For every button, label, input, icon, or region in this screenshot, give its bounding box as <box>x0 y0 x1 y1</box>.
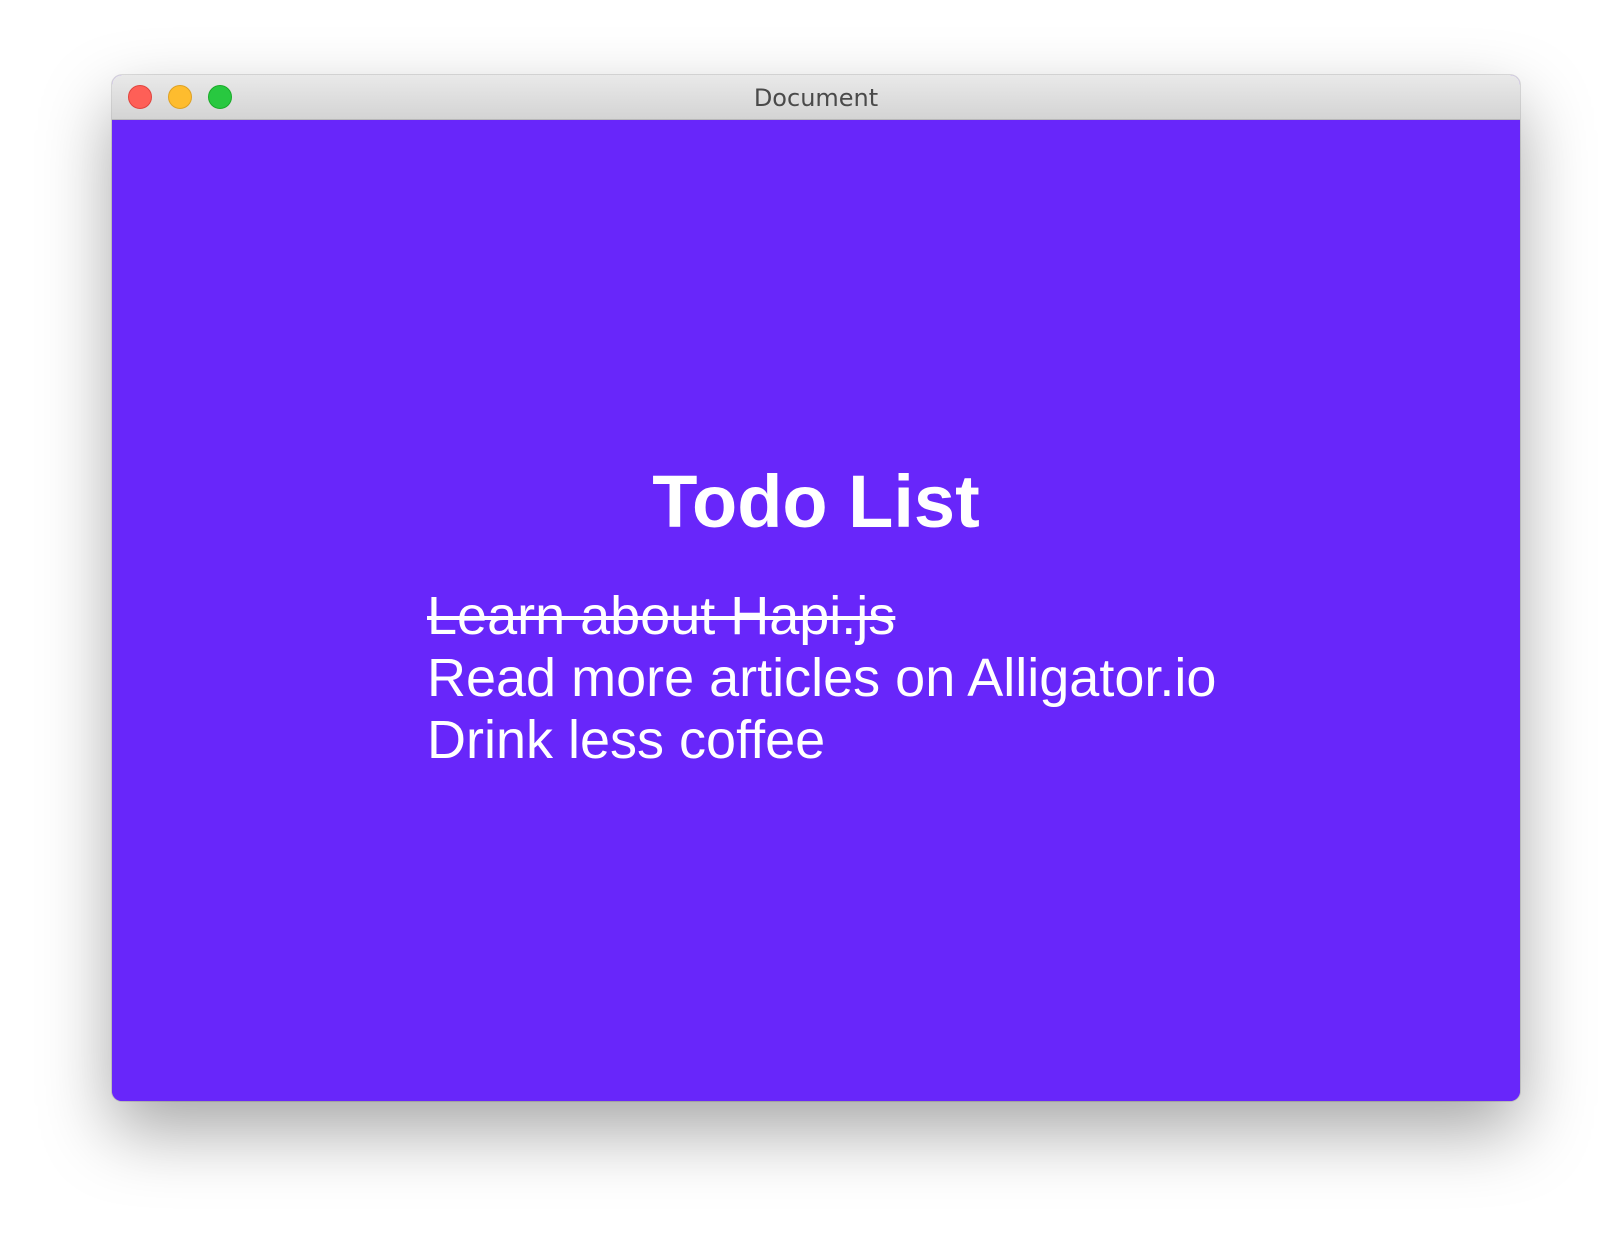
todo-item[interactable]: Learn about Hapi.js <box>427 585 1216 647</box>
todo-item[interactable]: Drink less coffee <box>427 709 1216 771</box>
page-title: Todo List <box>652 460 980 543</box>
page-content: Todo List Learn about Hapi.js Read more … <box>112 120 1520 1101</box>
todo-item[interactable]: Read more articles on Alligator.io <box>427 647 1216 709</box>
window-title: Document <box>753 84 879 112</box>
title-bar[interactable]: Document <box>112 75 1520 120</box>
todo-list: Learn about Hapi.js Read more articles o… <box>427 585 1216 771</box>
browser-window: Document Todo List Learn about Hapi.js R… <box>112 75 1520 1101</box>
